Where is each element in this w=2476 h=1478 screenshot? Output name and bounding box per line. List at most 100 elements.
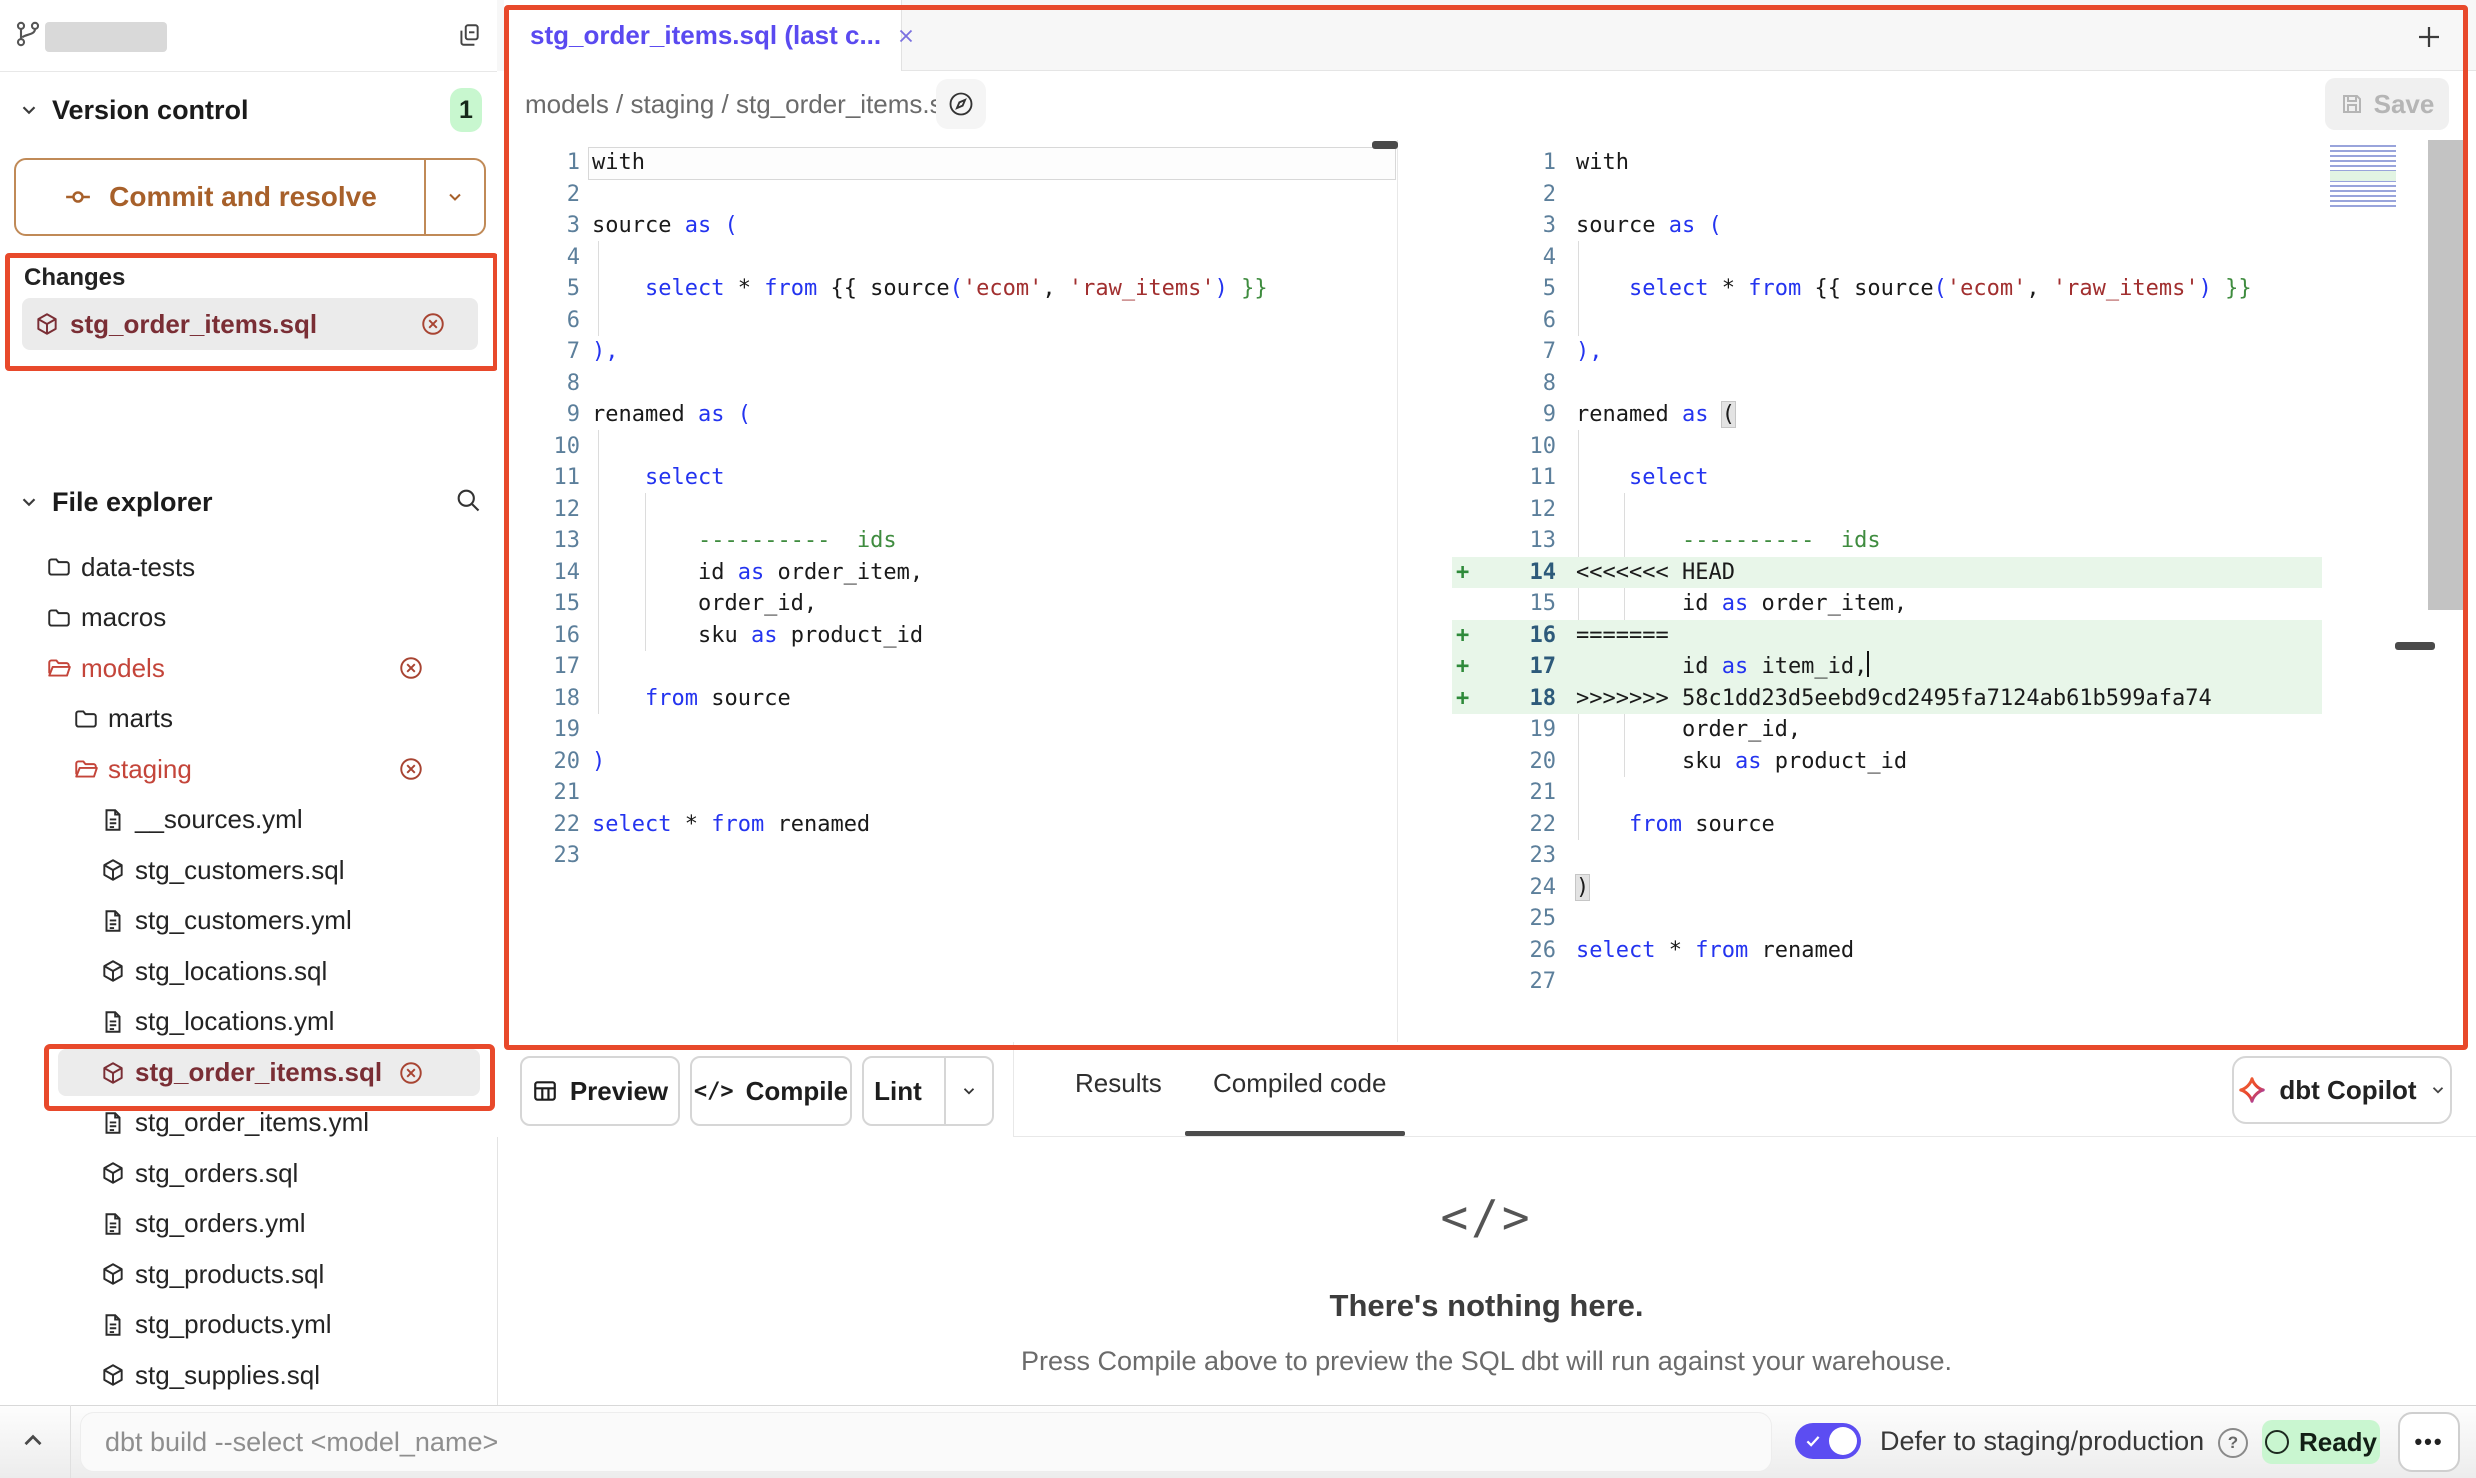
code-line[interactable]: 19 order_id, <box>1452 714 2322 746</box>
preview-button[interactable]: Preview <box>520 1056 680 1126</box>
save-button[interactable]: Save <box>2325 78 2449 130</box>
close-icon[interactable] <box>895 25 917 47</box>
file-explorer-item[interactable]: stg_locations.sql <box>0 946 497 997</box>
code-line[interactable]: 22select * from renamed <box>540 809 1400 841</box>
modified-x-icon[interactable] <box>398 655 424 681</box>
code-line[interactable]: 25 <box>1452 903 2322 935</box>
code-line[interactable]: 2 <box>540 179 1400 211</box>
code-line[interactable]: 6 <box>540 305 1400 337</box>
code-line[interactable]: 21 <box>1452 777 2322 809</box>
code-line[interactable]: 24) <box>1452 872 2322 904</box>
file-explorer-header[interactable]: File explorer <box>18 478 438 526</box>
commit-and-resolve-button[interactable]: Commit and resolve <box>14 158 486 236</box>
file-explorer-item[interactable]: __sources.yml <box>0 795 497 846</box>
code-line[interactable]: 16 sku as product_id <box>540 620 1400 652</box>
code-line[interactable]: 4 <box>540 242 1400 274</box>
file-explorer-item[interactable]: models <box>0 643 497 694</box>
code-line[interactable]: 26select * from renamed <box>1452 935 2322 967</box>
compile-button[interactable]: </> Compile <box>690 1056 852 1126</box>
code-line[interactable]: 1with <box>540 147 1400 179</box>
lint-button[interactable]: Lint <box>862 1056 994 1126</box>
code-line[interactable]: 11 select <box>1452 462 2322 494</box>
code-line[interactable]: 6 <box>1452 305 2322 337</box>
file-explorer-item[interactable]: stg_order_items.yml <box>0 1098 497 1149</box>
defer-toggle[interactable] <box>1795 1423 1861 1459</box>
code-line[interactable]: 7), <box>540 336 1400 368</box>
code-line[interactable]: 15 order_id, <box>540 588 1400 620</box>
code-line[interactable]: 13 ---------- ids <box>1452 525 2322 557</box>
tab-results[interactable]: Results <box>1075 1068 1162 1099</box>
status-badge[interactable]: Ready <box>2262 1420 2380 1464</box>
file-explorer-item[interactable]: stg_locations.yml <box>0 997 497 1048</box>
code-line[interactable]: +16======= <box>1452 620 2322 652</box>
code-line[interactable]: 10 <box>540 431 1400 463</box>
code-line[interactable]: 27 <box>1452 966 2322 998</box>
tab-compiled-code[interactable]: Compiled code <box>1213 1068 1386 1099</box>
file-explorer-item[interactable]: staging <box>0 744 497 795</box>
code-line[interactable]: 19 <box>540 714 1400 746</box>
code-line[interactable]: 11 select <box>540 462 1400 494</box>
code-line[interactable]: 23 <box>540 840 1400 872</box>
help-icon[interactable]: ? <box>2218 1428 2248 1458</box>
search-icon[interactable] <box>454 486 482 514</box>
code-line[interactable]: 8 <box>540 368 1400 400</box>
command-input[interactable]: dbt build --select <model_name> <box>80 1412 1772 1472</box>
code-line[interactable]: +18>>>>>>> 58c1dd23d5eebd9cd2495fa7124ab… <box>1452 683 2322 715</box>
modified-x-icon[interactable] <box>420 311 446 337</box>
file-explorer-item[interactable]: stg_orders.sql <box>0 1148 497 1199</box>
file-explorer-item[interactable]: stg_supplies.sql <box>0 1350 497 1401</box>
compass-icon[interactable] <box>936 79 986 129</box>
code-line[interactable]: 9renamed as ( <box>540 399 1400 431</box>
code-line[interactable]: 23 <box>1452 840 2322 872</box>
code-line[interactable]: 3source as ( <box>1452 210 2322 242</box>
code-line[interactable]: 20 sku as product_id <box>1452 746 2322 778</box>
horizontal-scrollbar[interactable] <box>1372 141 1398 149</box>
editor-pane-original[interactable]: 1with23source as (45 select * from {{ so… <box>540 147 1400 872</box>
file-explorer-item[interactable]: data-tests <box>0 542 497 593</box>
code-line[interactable]: +17 id as item_id, <box>1452 651 2322 683</box>
tab-stg-order-items[interactable]: stg_order_items.sql (last c... <box>504 0 902 71</box>
file-explorer-item[interactable]: marts <box>0 694 497 745</box>
lint-dropdown[interactable] <box>944 1058 992 1124</box>
modified-x-icon[interactable] <box>398 756 424 782</box>
commit-options-dropdown[interactable] <box>424 160 484 234</box>
breadcrumb[interactable]: models / staging / stg_order_items.sql <box>525 89 963 120</box>
changed-file-row[interactable]: stg_order_items.sql <box>22 298 478 350</box>
collapse-icon[interactable] <box>18 1426 48 1456</box>
code-line[interactable]: 5 select * from {{ source('ecom', 'raw_i… <box>540 273 1400 305</box>
code-line[interactable]: +14<<<<<<< HEAD <box>1452 557 2322 589</box>
file-explorer-item[interactable]: macros <box>0 593 497 644</box>
file-explorer-item[interactable]: stg_products.sql <box>0 1249 497 1300</box>
code-line[interactable]: 22 from source <box>1452 809 2322 841</box>
code-line[interactable]: 21 <box>540 777 1400 809</box>
file-explorer-item[interactable]: stg_order_items.sql <box>58 1049 480 1096</box>
code-line[interactable]: 8 <box>1452 368 2322 400</box>
code-line[interactable]: 1with <box>1452 147 2322 179</box>
code-line[interactable]: 14 id as order_item, <box>540 557 1400 589</box>
code-line[interactable]: 17 <box>540 651 1400 683</box>
file-explorer-item[interactable]: stg_products.yml <box>0 1300 497 1351</box>
code-line[interactable]: 13 ---------- ids <box>540 525 1400 557</box>
dbt-copilot-button[interactable]: dbt Copilot <box>2232 1056 2452 1124</box>
copy-icon[interactable] <box>456 22 482 48</box>
more-options-button[interactable]: ••• <box>2398 1412 2460 1472</box>
code-line[interactable]: 5 select * from {{ source('ecom', 'raw_i… <box>1452 273 2322 305</box>
code-line[interactable]: 20) <box>540 746 1400 778</box>
code-line[interactable]: 2 <box>1452 179 2322 211</box>
code-line[interactable]: 9renamed as ( <box>1452 399 2322 431</box>
add-tab-icon[interactable] <box>2414 22 2444 52</box>
modified-x-icon[interactable] <box>398 1060 424 1086</box>
file-explorer-item[interactable]: stg_orders.yml <box>0 1199 497 1250</box>
code-line[interactable]: 18 from source <box>540 683 1400 715</box>
code-line[interactable]: 3source as ( <box>540 210 1400 242</box>
minimap[interactable] <box>2330 145 2396 207</box>
vertical-scrollbar-thumb[interactable] <box>2428 140 2466 610</box>
code-line[interactable]: 12 <box>1452 494 2322 526</box>
file-explorer-item[interactable]: stg_customers.yml <box>0 896 497 947</box>
version-control-header[interactable]: Version control <box>18 86 478 134</box>
code-line[interactable]: 7), <box>1452 336 2322 368</box>
code-line[interactable]: 15 id as order_item, <box>1452 588 2322 620</box>
code-line[interactable]: 12 <box>540 494 1400 526</box>
editor-pane-conflict[interactable]: 1with23source as (45 select * from {{ so… <box>1452 147 2322 998</box>
horizontal-scrollbar[interactable] <box>2395 642 2435 650</box>
